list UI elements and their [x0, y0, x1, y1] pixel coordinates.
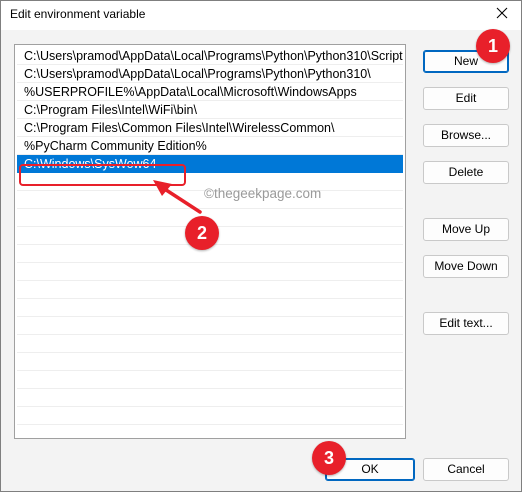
title-bar: Edit environment variable: [0, 0, 522, 30]
list-item[interactable]: C:\Program Files\Intel\WiFi\bin\: [17, 101, 403, 119]
window-title: Edit environment variable: [10, 7, 146, 21]
list-item[interactable]: %PyCharm Community Edition%: [17, 137, 403, 155]
empty-row: [17, 407, 403, 425]
edit-button[interactable]: Edit: [423, 87, 509, 110]
close-button[interactable]: [492, 2, 512, 24]
empty-row: [17, 335, 403, 353]
list-item[interactable]: C:\Program Files\Common Files\Intel\Wire…: [17, 119, 403, 137]
empty-row: [17, 353, 403, 371]
browse-button[interactable]: Browse...: [423, 124, 509, 147]
move-up-button[interactable]: Move Up: [423, 218, 509, 241]
empty-row: [17, 371, 403, 389]
list-item[interactable]: C:\Users\pramod\AppData\Local\Programs\P…: [17, 65, 403, 83]
step-badge-3: 3: [312, 441, 346, 475]
list-item[interactable]: %USERPROFILE%\AppData\Local\Microsoft\Wi…: [17, 83, 403, 101]
watermark: ©thegeekpage.com: [204, 186, 322, 201]
empty-row: [17, 281, 403, 299]
empty-row: [17, 317, 403, 335]
step-badge-1: 1: [476, 29, 510, 63]
red-arrow-icon: [153, 180, 202, 214]
edit-text-button[interactable]: Edit text...: [423, 312, 509, 335]
empty-row: [17, 263, 403, 281]
delete-button[interactable]: Delete: [423, 161, 509, 184]
empty-row: [17, 299, 403, 317]
step-badge-2: 2: [185, 216, 219, 250]
empty-row: [17, 389, 403, 407]
cancel-button[interactable]: Cancel: [423, 458, 509, 481]
list-item[interactable]: C:\Users\pramod\AppData\Local\Programs\P…: [17, 47, 403, 65]
move-down-button[interactable]: Move Down: [423, 255, 509, 278]
close-icon: [496, 7, 508, 19]
